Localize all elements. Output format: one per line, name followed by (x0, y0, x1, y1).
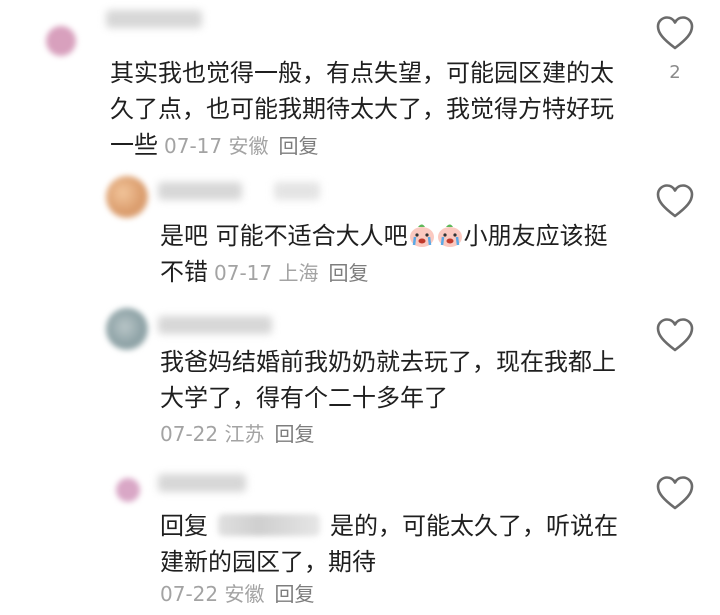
username[interactable] (106, 10, 202, 28)
comment-2: 是吧 可能不适合大人吧 小朋友应该挺不错 07-17 上海 回复 (0, 170, 720, 300)
avatar[interactable] (106, 176, 148, 218)
reply-button[interactable]: 回复 (274, 582, 314, 606)
comment-location: 上海 (278, 261, 319, 285)
comment-text: 其实我也觉得一般，有点失望，可能园区建的太久了点，也可能我期待太大了，我觉得方特… (110, 55, 620, 164)
like-count: 2 (669, 62, 681, 83)
heart-outline-icon (656, 16, 694, 50)
like-button[interactable] (655, 14, 695, 54)
username[interactable] (158, 316, 272, 334)
comment-meta: 07-22 安徽 回复 (160, 580, 314, 608)
comment-location: 江苏 (224, 422, 265, 446)
comment-4: 回复 是的，可能太久了，听说在建新的园区了，期待 07-22 安徽 回复 (0, 460, 720, 615)
comment-3: 我爸妈结婚前我奶奶就去玩了，现在我都上大学了，得有个二十多年了 07-22 江苏… (0, 300, 720, 450)
comment-body: 是吧 可能不适合大人吧 (160, 222, 408, 250)
heart-outline-icon (656, 184, 694, 218)
comment-date: 07-17 (214, 261, 273, 285)
comment-date: 07-22 (160, 422, 219, 446)
crying-face-emoji (409, 224, 434, 247)
like-button[interactable] (655, 182, 695, 222)
like-button[interactable] (655, 474, 695, 514)
comment-location: 安徽 (228, 134, 269, 158)
comment-text: 我爸妈结婚前我奶奶就去玩了，现在我都上大学了，得有个二十多年了 (160, 344, 620, 416)
avatar[interactable] (116, 478, 140, 502)
heart-outline-icon (656, 318, 694, 352)
user-tag (274, 182, 320, 200)
username[interactable] (158, 474, 246, 492)
comment-date: 07-17 (164, 134, 223, 158)
comment-text: 回复 是的，可能太久了，听说在建新的园区了，期待 (160, 508, 620, 580)
comment-location: 安徽 (224, 582, 265, 606)
comment-body: 我爸妈结婚前我奶奶就去玩了，现在我都上大学了，得有个二十多年了 (160, 348, 616, 412)
comment-date: 07-22 (160, 582, 219, 606)
reply-button[interactable]: 回复 (274, 422, 314, 446)
username[interactable] (158, 182, 242, 200)
reply-button[interactable]: 回复 (278, 134, 318, 158)
reply-button[interactable]: 回复 (328, 261, 368, 285)
heart-outline-icon (656, 476, 694, 510)
crying-face-emoji (437, 224, 462, 247)
mentioned-username[interactable] (218, 514, 320, 536)
comment-1: 其实我也觉得一般，有点失望，可能园区建的太久了点，也可能我期待太大了，我觉得方特… (0, 0, 720, 160)
avatar[interactable] (106, 308, 148, 350)
comment-meta: 07-22 江苏 回复 (160, 420, 314, 448)
reply-prefix: 回复 (160, 512, 208, 540)
like-button[interactable] (655, 316, 695, 356)
avatar[interactable] (46, 26, 76, 56)
comment-text: 是吧 可能不适合大人吧 小朋友应该挺不错 07-17 上海 回复 (160, 218, 620, 291)
